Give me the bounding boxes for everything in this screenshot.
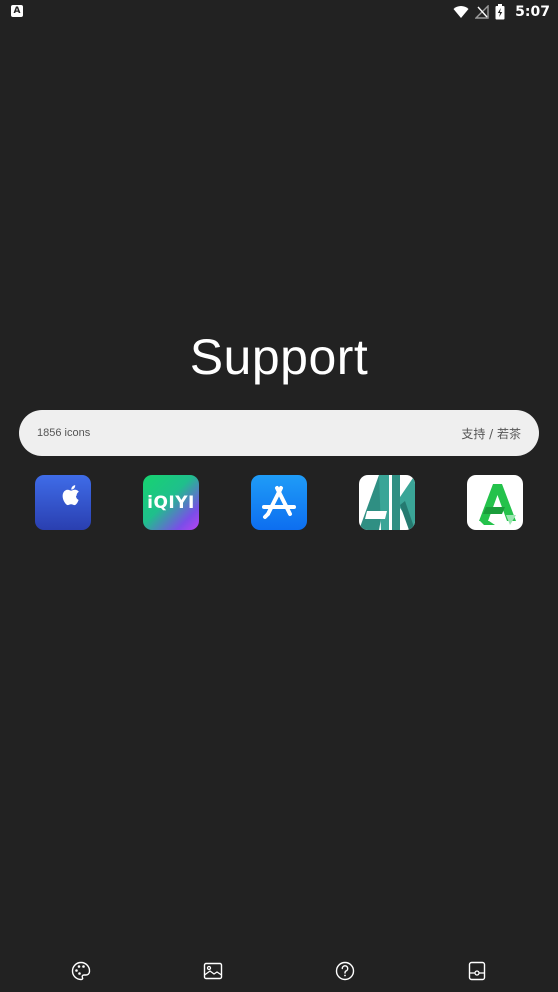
bottom-navigation: [0, 950, 558, 992]
iqiyi-icon[interactable]: iQIYI: [143, 475, 199, 530]
apple-logo-icon: [62, 485, 79, 506]
widget-glyph-icon: [468, 961, 486, 981]
notification-glyph: A: [13, 5, 21, 16]
supported-icons-row: iQIYI: [0, 475, 558, 531]
palette-glyph-icon: [71, 961, 91, 981]
help-icon[interactable]: [334, 960, 356, 982]
apple-icon[interactable]: [35, 475, 91, 530]
iqiyi-label: iQIYI: [147, 492, 195, 513]
ak-logo-icon: [359, 475, 415, 530]
help-glyph-icon: [335, 961, 355, 981]
battery-charging-icon: [495, 4, 505, 20]
ak-icon[interactable]: [359, 475, 415, 530]
app-store-icon[interactable]: [251, 475, 307, 530]
icon-count-text: 1856 icons: [37, 427, 91, 439]
wallpaper-glyph-icon: [203, 962, 223, 980]
status-bar: A 5:07: [0, 0, 558, 24]
page-title: Support: [189, 329, 369, 385]
app-store-a-icon: [262, 485, 296, 519]
icon-search-bar[interactable]: 1856 icons 支持 / 若茶: [19, 410, 539, 456]
wifi-icon: [453, 6, 469, 19]
widget-icon[interactable]: [466, 960, 488, 982]
apkpure-logo-icon: [479, 483, 516, 525]
support-tags-text: 支持 / 若茶: [461, 426, 521, 441]
wallpaper-icon[interactable]: [202, 960, 224, 982]
no-signal-icon: [475, 5, 489, 19]
palette-icon[interactable]: [70, 960, 92, 982]
a-notification-icon: A: [11, 5, 23, 17]
status-indicators: 5:07: [453, 3, 550, 21]
status-time: 5:07: [515, 4, 550, 20]
apkpure-icon[interactable]: [467, 475, 523, 530]
